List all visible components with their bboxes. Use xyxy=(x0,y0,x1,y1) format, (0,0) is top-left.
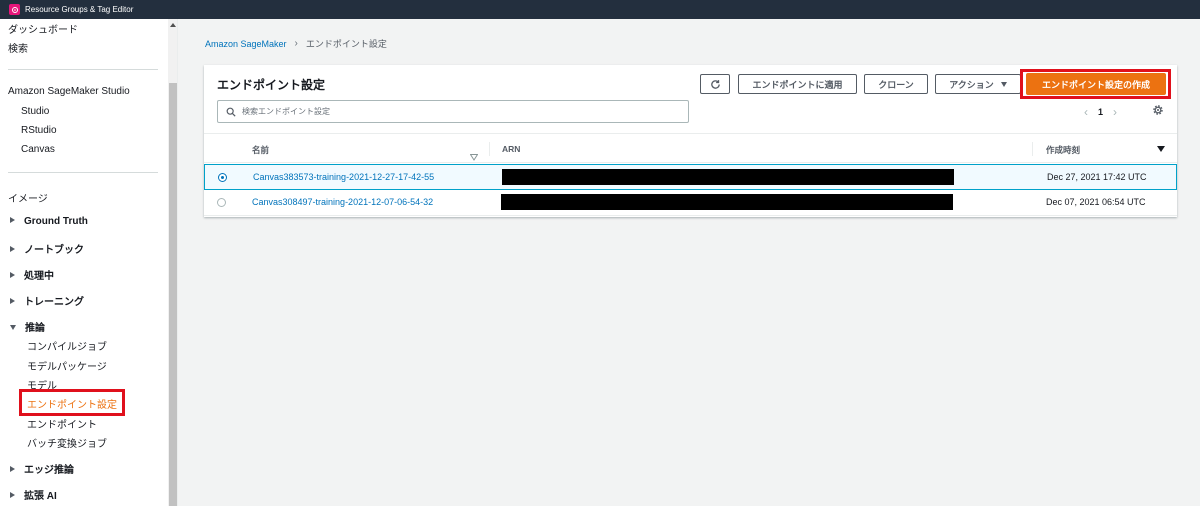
app-title[interactable]: Resource Groups & Tag Editor xyxy=(25,5,133,14)
table-row[interactable]: Canvas308497-training-2021-12-07-06-54-3… xyxy=(204,190,1177,216)
sidebar-item-endpoints[interactable]: エンドポイント xyxy=(27,416,97,431)
search-field[interactable] xyxy=(217,100,689,123)
caret-right-icon xyxy=(10,272,15,279)
sidebar-item-batch-transform[interactable]: バッチ変換ジョブ xyxy=(27,435,107,450)
sidebar-divider xyxy=(8,69,158,70)
column-header-created[interactable]: 作成時刻 xyxy=(1046,144,1080,156)
caret-down-icon xyxy=(10,324,16,330)
resource-groups-logo-icon xyxy=(9,4,20,15)
sidebar-group-processing[interactable]: 処理中 xyxy=(10,267,54,282)
column-divider xyxy=(489,142,490,156)
row-radio-button[interactable] xyxy=(217,198,226,207)
endpoint-config-name-link[interactable]: Canvas383573-training-2021-12-27-17-42-5… xyxy=(253,172,434,182)
caret-right-icon xyxy=(10,492,15,499)
panel-title: エンドポイント設定 xyxy=(217,78,326,92)
clone-button[interactable]: クローン xyxy=(864,74,928,94)
created-time: Dec 07, 2021 06:54 UTC xyxy=(1046,197,1146,207)
top-bar: Resource Groups & Tag Editor xyxy=(0,0,1200,19)
caret-right-icon xyxy=(10,298,15,305)
scrollbar-thumb[interactable] xyxy=(169,83,177,506)
page-number[interactable]: 1 xyxy=(1098,107,1103,117)
sidebar-item-rstudio[interactable]: RStudio xyxy=(21,125,57,136)
chevron-right-icon[interactable]: › xyxy=(1113,105,1117,119)
sidebar-item-images[interactable]: イメージ xyxy=(8,190,48,205)
sort-descending-icon[interactable] xyxy=(1157,146,1165,152)
chevron-right-icon: › xyxy=(294,38,298,49)
table-header: 名前 ARN 作成時刻 xyxy=(204,133,1177,163)
sidebar-item-model-packages[interactable]: モデルパッケージ xyxy=(27,358,107,373)
column-header-arn[interactable]: ARN xyxy=(502,144,520,154)
pagination: ‹ 1 › xyxy=(1084,105,1117,119)
sidebar-group-training[interactable]: トレーニング xyxy=(10,293,84,308)
caret-right-icon xyxy=(10,246,15,253)
row-radio-button[interactable] xyxy=(218,173,227,182)
sidebar-item-compile-jobs[interactable]: コンパイルジョブ xyxy=(27,338,107,353)
breadcrumb-current: エンドポイント設定 xyxy=(305,39,387,49)
actions-dropdown-button[interactable]: アクション xyxy=(935,74,1021,94)
sidebar-group-inference[interactable]: 推論 xyxy=(10,319,45,334)
breadcrumb: Amazon SageMaker › エンドポイント設定 xyxy=(205,37,387,50)
sort-icon[interactable] xyxy=(469,146,479,161)
table-row[interactable]: Canvas383573-training-2021-12-27-17-42-5… xyxy=(204,164,1177,190)
caret-right-icon xyxy=(10,466,15,473)
endpoint-config-name-link[interactable]: Canvas308497-training-2021-12-07-06-54-3… xyxy=(252,197,433,207)
sidebar-item-dashboard[interactable]: ダッシュボード xyxy=(8,21,78,36)
sidebar-scrollbar[interactable] xyxy=(168,19,177,506)
column-header-name[interactable]: 名前 xyxy=(252,144,269,156)
created-time: Dec 27, 2021 17:42 UTC xyxy=(1047,172,1147,182)
sidebar-item-studio[interactable]: Studio xyxy=(21,106,49,117)
endpoint-configs-panel: エンドポイント設定 エンドポイントに適用 クローン アクション エンドポイント設… xyxy=(204,65,1177,217)
sidebar-item-search[interactable]: 検索 xyxy=(8,40,28,55)
arn-redacted xyxy=(501,194,953,210)
refresh-icon xyxy=(710,79,720,89)
refresh-button[interactable] xyxy=(700,74,730,94)
sidebar-divider xyxy=(8,172,158,173)
gear-icon[interactable] xyxy=(1151,103,1165,117)
sidebar: ダッシュボード 検索 Amazon SageMaker Studio Studi… xyxy=(0,19,178,506)
sidebar-group-notebook[interactable]: ノートブック xyxy=(10,241,84,256)
sidebar-group-ground-truth[interactable]: Ground Truth xyxy=(10,216,88,227)
highlight-box-create xyxy=(1020,69,1171,99)
chevron-left-icon[interactable]: ‹ xyxy=(1084,105,1088,119)
scroll-up-icon[interactable] xyxy=(170,23,176,27)
apply-to-endpoint-button[interactable]: エンドポイントに適用 xyxy=(738,74,857,94)
sidebar-group-augmented-ai[interactable]: 拡張 AI xyxy=(10,487,57,502)
sidebar-group-edge-inference[interactable]: エッジ推論 xyxy=(10,461,74,476)
arn-redacted xyxy=(502,169,954,185)
highlight-box-sidebar xyxy=(19,389,125,416)
breadcrumb-sagemaker-link[interactable]: Amazon SageMaker xyxy=(205,39,287,49)
search-input[interactable] xyxy=(242,107,672,116)
sidebar-item-canvas[interactable]: Canvas xyxy=(21,144,55,155)
column-divider xyxy=(1032,142,1033,156)
caret-down-icon xyxy=(1000,81,1007,87)
search-icon xyxy=(226,107,236,117)
caret-right-icon xyxy=(10,217,15,224)
sidebar-heading-studio: Amazon SageMaker Studio xyxy=(8,86,130,97)
